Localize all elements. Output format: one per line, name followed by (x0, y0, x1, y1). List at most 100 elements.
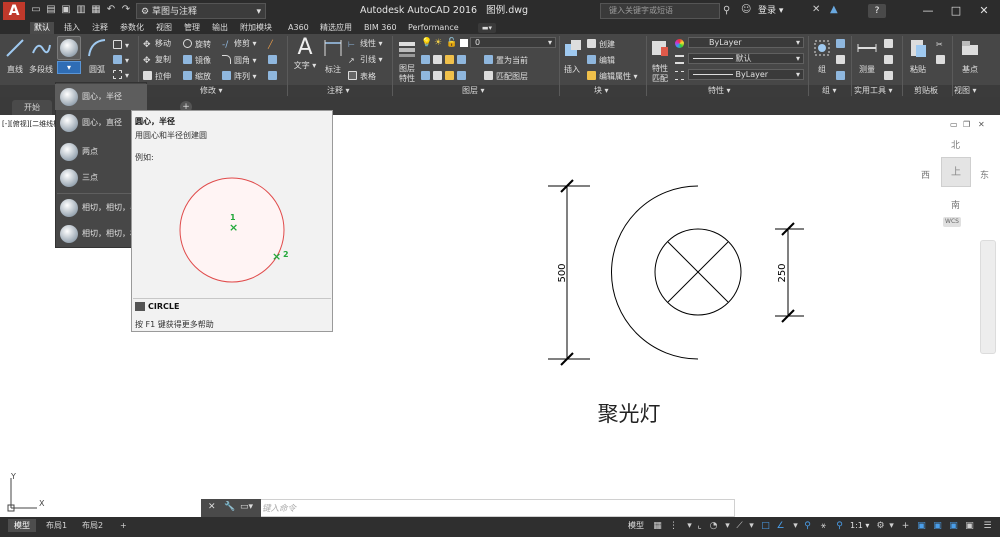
panel-title-layers[interactable]: 图层 ▾ (462, 85, 485, 97)
menu-item-center-radius[interactable]: 圆心，半径 (55, 84, 147, 110)
ribbon-toggle-icon[interactable]: ▬▾ (478, 23, 496, 33)
leader-tool[interactable]: ↗ 引线 ▾ (348, 55, 383, 65)
lock-ui-icon[interactable]: ▣ (948, 521, 959, 532)
exchange-icon[interactable]: ✕ (812, 4, 820, 15)
ortho-icon[interactable]: ⌞ (694, 521, 705, 532)
snap-icon[interactable]: ⋮ (668, 521, 679, 532)
sign-in-button[interactable]: 登录 ▾ (758, 3, 783, 19)
tab-view[interactable]: 视图 (152, 22, 176, 34)
group-edit-tool[interactable] (836, 55, 848, 66)
rectangle-tool[interactable]: ▾ (113, 40, 129, 51)
copy-tool[interactable]: ✥ 复制 (143, 55, 171, 66)
object-snap-tracking-icon[interactable]: ∠ (775, 521, 786, 532)
tab-bim360[interactable]: BIM 360 (360, 22, 401, 34)
tab-output[interactable]: 输出 (208, 22, 232, 34)
annotation-visibility-icon[interactable]: ⚲ (802, 521, 813, 532)
base-point-tool[interactable]: 基点 (956, 37, 984, 75)
add-layout-button[interactable]: + (114, 519, 133, 532)
tab-insert[interactable]: 插入 (60, 22, 84, 34)
search-input[interactable]: 键入关键字或短语 (600, 3, 720, 19)
text-tool[interactable]: A 文字 ▾ (292, 36, 318, 71)
tab-addins[interactable]: 附加模块 (236, 22, 276, 34)
plot-icon[interactable]: ▦ (90, 4, 102, 16)
lineweight-dropdown[interactable]: 默认 ▾ (688, 53, 804, 64)
group-select-tool[interactable] (836, 71, 848, 82)
command-input[interactable]: 键入命令 (262, 502, 296, 514)
lightbulb-icon[interactable]: 💡 (421, 38, 432, 48)
panel-title-clipboard[interactable]: 剪贴板 (914, 85, 938, 97)
isodraft-icon[interactable]: ⟋ (734, 521, 745, 532)
layer-dropdown[interactable]: 0 ▾ (470, 37, 556, 48)
annotation-scale-selector[interactable]: 1:1 ▾ (850, 521, 869, 530)
utility-tool-2[interactable] (884, 55, 896, 66)
annotation-scale-icon[interactable]: ⚲ (834, 521, 845, 532)
navigation-bar[interactable] (980, 240, 996, 354)
save-icon[interactable]: ▣ (60, 4, 72, 16)
viewcube-west[interactable]: 西 (921, 168, 930, 181)
layout-tab-model[interactable]: 模型 (8, 519, 36, 532)
panel-title-annotation[interactable]: 注释 ▾ (327, 85, 350, 97)
create-block-tool[interactable]: 创建 (587, 39, 615, 50)
viewcube-top-face[interactable]: 上 (941, 157, 971, 187)
viewcube-east[interactable]: 东 (980, 168, 989, 181)
region-tool[interactable]: ▾ (113, 70, 129, 81)
match-layer-tool[interactable]: 匹配图层 (484, 71, 528, 82)
linetype-dropdown[interactable]: ByLayer ▾ (688, 69, 804, 80)
table-tool[interactable]: 表格 (348, 71, 376, 82)
minimize-button[interactable]: — (914, 0, 942, 22)
tab-annotate[interactable]: 注释 (88, 22, 112, 34)
annotation-monitor-icon[interactable]: + (900, 521, 911, 532)
drawing-restore-icon[interactable]: ❐ (963, 120, 970, 129)
save-as-icon[interactable]: ▥ (75, 4, 87, 16)
tab-a360[interactable]: A360 (284, 22, 313, 34)
drawing-close-icon[interactable]: ✕ (978, 120, 985, 129)
copy-clip-tool[interactable] (936, 55, 948, 66)
customization-menu-icon[interactable]: ☰ (982, 521, 993, 532)
offset-tool[interactable] (268, 71, 280, 82)
tab-featured-apps[interactable]: 精选应用 (316, 22, 356, 34)
layer-tools-row1[interactable] (421, 55, 469, 66)
object-snap-icon[interactable]: □ (760, 521, 771, 532)
insert-block-tool[interactable]: 插入 (562, 37, 582, 75)
viewcube-north[interactable]: 北 (951, 138, 960, 151)
new-file-icon[interactable]: ▭ (30, 4, 42, 16)
edit-block-tool[interactable]: 编辑 (587, 55, 615, 66)
osnap-dropdown-icon[interactable]: ▾ (790, 521, 801, 532)
open-file-icon[interactable]: ▤ (45, 4, 57, 16)
grid-icon[interactable]: ▦ (652, 521, 663, 532)
circle-tool-button[interactable] (57, 36, 81, 60)
explode-tool[interactable] (268, 55, 280, 66)
autoscale-icon[interactable]: ⚹ (818, 521, 829, 532)
scale-tool[interactable]: 缩放 (183, 71, 211, 82)
layer-properties-tool[interactable]: 图层特性 (396, 37, 418, 84)
recent-commands-icon[interactable]: ▭▾ (240, 502, 253, 512)
move-tool[interactable]: ✥ 移动 (143, 39, 171, 50)
model-space-button[interactable]: 模型 (628, 520, 644, 531)
tab-performance[interactable]: Performance (404, 22, 463, 34)
close-button[interactable]: ✕ (970, 0, 998, 22)
tab-parametric[interactable]: 参数化 (116, 22, 148, 34)
arc-tool[interactable]: 圆弧 (84, 37, 110, 75)
mirror-tool[interactable]: 镜像 (183, 55, 211, 66)
panel-title-utilities[interactable]: 实用工具 ▾ (854, 85, 893, 97)
group-tool[interactable]: 组 (811, 37, 833, 75)
color-dropdown[interactable]: ByLayer ▾ (688, 37, 804, 48)
fillet-tool[interactable]: 圆角 ▾ (222, 55, 257, 66)
line-tool[interactable]: 直线 (3, 37, 27, 75)
erase-tool[interactable]: ╱ (268, 39, 280, 49)
lock-icon[interactable]: 🔓 (446, 38, 457, 48)
polyline-tool[interactable]: 多段线 (27, 37, 55, 75)
cut-tool[interactable]: ✂ (936, 39, 948, 49)
search-icon[interactable]: ⚲ (723, 5, 730, 16)
maximize-button[interactable]: □ (942, 0, 970, 22)
a360-icon[interactable]: ▲ (830, 4, 838, 15)
set-current-tool[interactable]: 置为当前 (484, 55, 528, 66)
ungroup-tool[interactable] (836, 39, 848, 50)
tab-home[interactable]: 默认 (30, 22, 54, 34)
workspace-selector[interactable]: ⚙ 草图与注释 ▾ (136, 3, 266, 19)
rotate-tool[interactable]: 旋转 (183, 39, 211, 50)
quick-properties-icon[interactable]: ▣ (932, 521, 943, 532)
units-icon[interactable]: ▣ (916, 521, 927, 532)
tab-start[interactable]: 开始 (12, 100, 52, 115)
workspace-dropdown-icon[interactable]: ▾ (886, 521, 897, 532)
